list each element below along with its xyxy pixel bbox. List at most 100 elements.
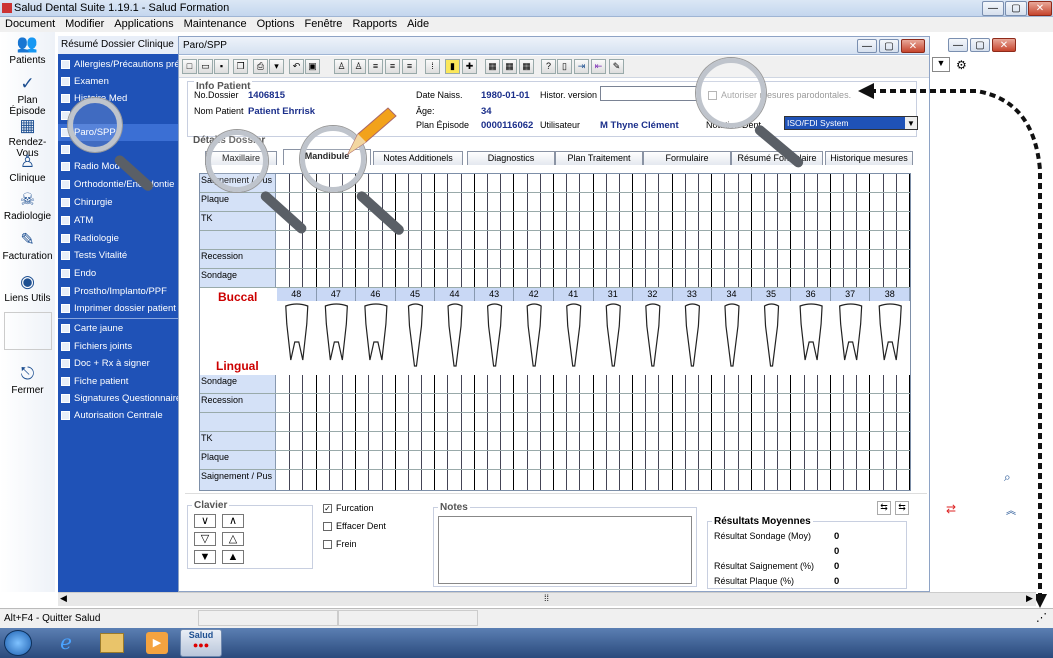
chart-cell[interactable] [330,193,343,211]
chart-cell[interactable] [791,470,805,490]
chart-cell[interactable] [567,193,581,211]
chart-cell[interactable] [607,231,620,249]
chart-cell[interactable] [356,432,370,450]
nav-facturation[interactable]: ✎ Facturation [0,230,55,262]
chart-cell[interactable] [528,394,541,412]
chart-cell[interactable] [501,394,515,412]
chart-cell[interactable] [567,375,581,393]
chart-cell[interactable] [818,375,831,393]
chart-cell[interactable] [712,193,726,211]
chart-cell[interactable] [422,193,436,211]
sn-item-fiche-patient[interactable]: Fiche patient [58,373,178,390]
chart-cell[interactable] [765,432,779,450]
chart-cell[interactable] [567,470,581,490]
bg-maximize-button[interactable]: ▢ [970,38,990,52]
chart-cell[interactable] [448,470,462,490]
chart-cell[interactable] [409,470,423,490]
chart-cell[interactable] [435,174,449,192]
menu-modifier[interactable]: Modifier [60,17,109,32]
chart-cell[interactable] [501,375,515,393]
checkbox-box[interactable] [323,540,332,550]
chart-cell[interactable] [290,250,304,268]
tooth-45[interactable] [407,303,424,367]
chart-cell[interactable] [607,375,620,393]
chart-cell[interactable] [659,174,673,192]
chart-cell[interactable] [580,470,594,490]
cells[interactable] [277,432,910,450]
chart-cell[interactable] [633,269,647,287]
sn-item-chirurgie[interactable]: Chirurgie [58,194,178,211]
menu-document[interactable]: Document [0,17,60,32]
column-icon[interactable]: ⁞ [425,59,440,74]
chart-cell[interactable] [422,269,436,287]
chart-cell[interactable] [620,432,634,450]
chart-cell[interactable] [778,394,792,412]
chart-cell[interactable] [383,451,396,469]
chart-cell[interactable] [409,269,423,287]
chart-cell[interactable] [448,375,462,393]
nav-radiologie[interactable]: ☠ Radiologie [0,190,55,222]
chart-cell[interactable] [607,451,620,469]
chart-cell[interactable] [422,451,436,469]
scroll-thumb[interactable]: ⁞⁞ [544,593,549,603]
chart-cell[interactable] [541,375,554,393]
checkbox-box[interactable]: ✓ [323,504,332,514]
chart-cell[interactable] [778,174,792,192]
start-button[interactable] [4,630,32,656]
chart-cell[interactable] [659,269,673,287]
chart-cell[interactable] [528,451,541,469]
chart-cell[interactable] [488,432,502,450]
sn-item-tests-vitalite[interactable]: Tests Vitalité [58,247,178,264]
chart-cell[interactable] [818,470,831,490]
chart-cell[interactable] [396,432,409,450]
cells[interactable] [277,413,910,431]
chart-cell[interactable] [739,451,752,469]
chart-cell[interactable] [659,212,673,230]
sn-item-radiologie[interactable]: Radiologie [58,230,178,247]
chart-cell[interactable] [752,212,765,230]
chart-cell[interactable] [514,212,528,230]
chart-cell[interactable] [646,231,660,249]
chart-cell[interactable] [699,231,713,249]
chart-cell[interactable] [686,394,699,412]
chart-cell[interactable] [475,174,488,192]
chart-cell[interactable] [290,413,304,431]
dropdown-arrow-icon[interactable]: ▼ [932,57,950,72]
chart-cell[interactable] [752,432,765,450]
chart-cell[interactable] [290,470,304,490]
chart-cell[interactable] [343,212,357,230]
chart-cell[interactable] [330,212,343,230]
chart-cell[interactable] [409,451,423,469]
chart-cell[interactable] [514,394,528,412]
chart-cell[interactable] [409,432,423,450]
chart-cell[interactable] [475,269,488,287]
chart-cell[interactable] [580,375,594,393]
chart-cell[interactable] [277,375,291,393]
tooth-43[interactable] [486,303,503,367]
chart-cell[interactable] [633,413,647,431]
chart-cell[interactable] [673,470,686,490]
chart-cell[interactable] [765,250,779,268]
chart-cell[interactable] [317,394,330,412]
chart-cell[interactable] [317,413,330,431]
chart-cell[interactable] [712,174,726,192]
chart-cell[interactable] [462,231,475,249]
chart-cell[interactable] [791,269,805,287]
chart-cell[interactable] [620,375,634,393]
tooth-31[interactable] [605,303,621,367]
chart-cell[interactable] [330,269,343,287]
chart-cell[interactable] [462,193,475,211]
chart-cell[interactable] [699,193,713,211]
chart-cell[interactable] [831,432,845,450]
sn-item-atm[interactable]: ATM [58,212,178,229]
chart-cell[interactable] [554,394,568,412]
sn-item-examen[interactable]: Examen [58,73,178,90]
chart-cell[interactable] [409,193,423,211]
chart-cell[interactable] [765,174,779,192]
chart-cell[interactable] [594,375,607,393]
chart-cell[interactable] [435,212,449,230]
chart-cell[interactable] [725,375,739,393]
chart-cell[interactable] [765,470,779,490]
chart-cell[interactable] [607,250,620,268]
chart-cell[interactable] [514,250,528,268]
